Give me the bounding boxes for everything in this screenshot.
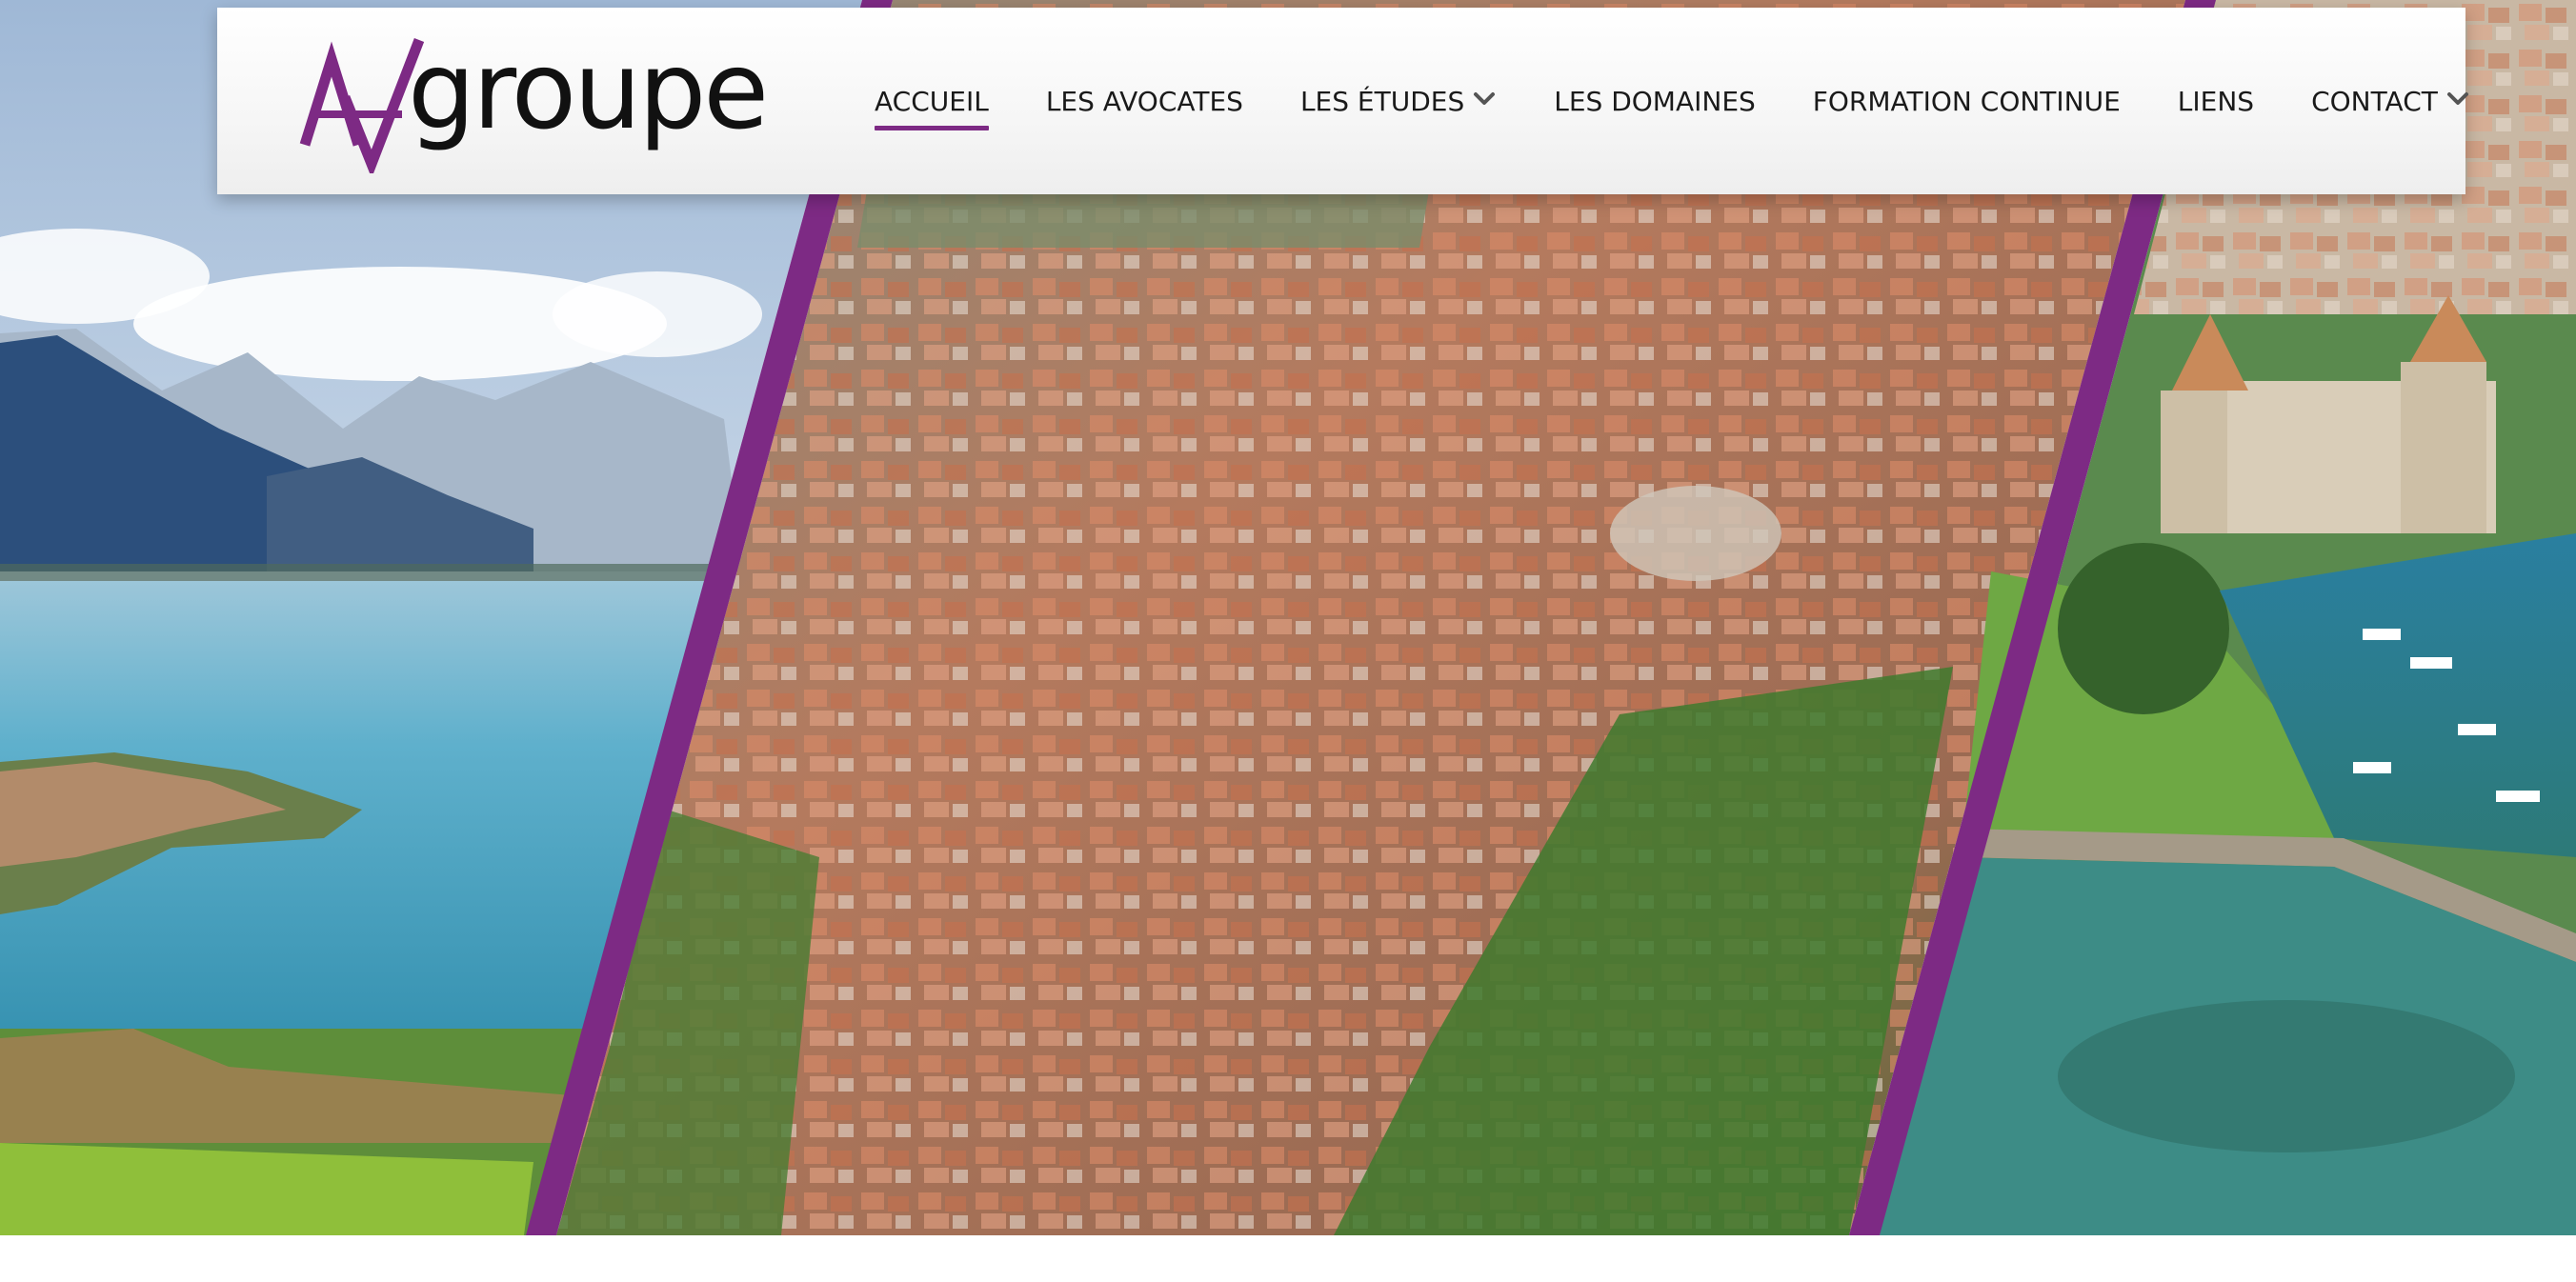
- nav-item-label: LIENS: [2177, 85, 2255, 117]
- nav-item-les-etudes[interactable]: LES ÉTUDES: [1300, 8, 1497, 194]
- nav-item-les-domaines[interactable]: LES DOMAINES: [1554, 8, 1756, 194]
- nav-item-accueil[interactable]: ACCUEIL: [875, 8, 989, 194]
- nav-item-label: CONTACT: [2311, 85, 2438, 117]
- site-logo[interactable]: groupe: [295, 30, 769, 173]
- nav-item-label: ACCUEIL: [875, 85, 989, 130]
- nav-item-label: LES AVOCATES: [1045, 85, 1243, 117]
- main-navigation: ACCUEIL LES AVOCATES LES ÉTUDES LES DOMA…: [875, 8, 2470, 194]
- site-header: groupe ACCUEIL LES AVOCATES LES ÉTUDES L…: [217, 8, 2468, 194]
- nav-item-formation-continue[interactable]: FORMATION CONTINUE: [1813, 8, 2121, 194]
- nav-item-label: FORMATION CONTINUE: [1812, 85, 2121, 117]
- nav-item-label: LES DOMAINES: [1554, 85, 1756, 117]
- nav-item-label: LES ÉTUDES: [1299, 85, 1465, 117]
- logo-wordmark: groupe: [408, 30, 769, 153]
- nav-item-les-avocates[interactable]: LES AVOCATES: [1046, 8, 1243, 194]
- nav-item-liens[interactable]: LIENS: [2178, 8, 2254, 194]
- chevron-down-icon[interactable]: [1472, 87, 1497, 111]
- chevron-down-icon[interactable]: [2445, 87, 2470, 111]
- nav-item-contact[interactable]: CONTACT: [2311, 8, 2470, 194]
